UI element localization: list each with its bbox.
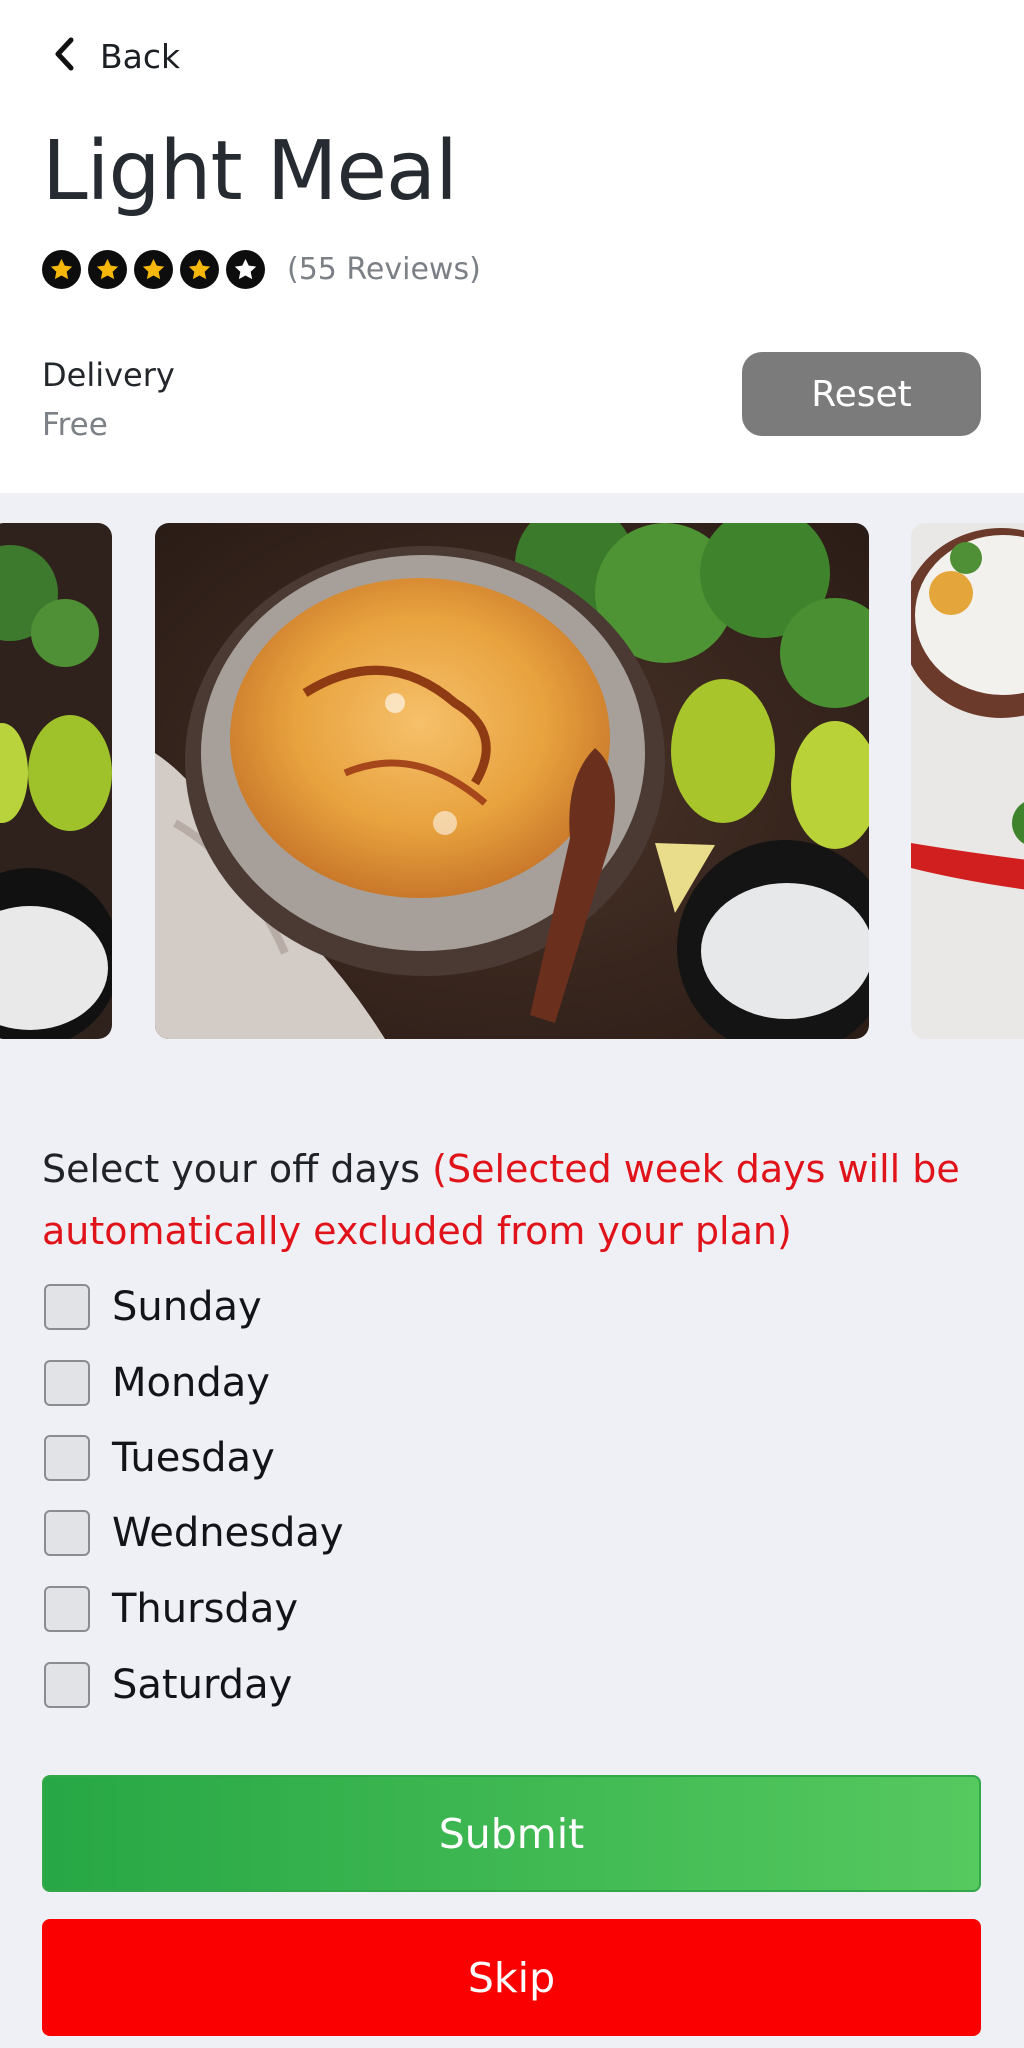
chevron-left-icon: [50, 36, 78, 76]
star-icon: [180, 249, 219, 289]
page-title: Light Meal: [42, 124, 458, 219]
carousel-slide-previous[interactable]: [0, 523, 112, 1039]
day-label: Saturday: [112, 1662, 293, 1708]
checkbox[interactable]: [44, 1662, 90, 1708]
checkbox[interactable]: [44, 1284, 90, 1330]
carousel-slide-next[interactable]: [911, 523, 1024, 1039]
star-icon: [42, 249, 81, 289]
back-label: Back: [100, 36, 181, 76]
day-option-tuesday[interactable]: Tuesday: [44, 1433, 275, 1483]
day-option-wednesday[interactable]: Wednesday: [44, 1508, 344, 1558]
meal-detail-screen: Back Light Meal (55 Reviews) Delivery Fr…: [0, 0, 1024, 2048]
reviews-count: (55 Reviews): [287, 251, 481, 287]
star-icon: [134, 249, 173, 289]
star-icon: [88, 249, 127, 289]
rating-row: (55 Reviews): [42, 248, 481, 290]
day-option-sunday[interactable]: Sunday: [44, 1282, 262, 1332]
offdays-heading-text: Select your off days: [42, 1147, 421, 1191]
day-option-thursday[interactable]: Thursday: [44, 1584, 298, 1634]
image-carousel[interactable]: [0, 493, 1024, 1073]
day-label: Tuesday: [112, 1435, 275, 1481]
checkbox[interactable]: [44, 1360, 90, 1406]
day-label: Thursday: [112, 1586, 298, 1632]
reset-button[interactable]: Reset: [742, 352, 981, 436]
skip-button[interactable]: Skip: [42, 1919, 981, 2036]
day-label: Monday: [112, 1360, 270, 1406]
delivery-label: Delivery: [42, 356, 175, 394]
header-section: Back Light Meal (55 Reviews) Delivery Fr…: [0, 0, 1024, 493]
day-label: Wednesday: [112, 1510, 344, 1556]
day-option-monday[interactable]: Monday: [44, 1358, 270, 1408]
delivery-value: Free: [42, 407, 108, 443]
checkbox[interactable]: [44, 1586, 90, 1632]
offdays-heading: Select your off days (Selected week days…: [42, 1138, 992, 1262]
back-button[interactable]: Back: [50, 34, 180, 78]
star-rating: [42, 249, 265, 289]
carousel-slide-biryani[interactable]: [155, 523, 869, 1039]
checkbox[interactable]: [44, 1510, 90, 1556]
star-empty-icon: [226, 249, 265, 289]
day-option-saturday[interactable]: Saturday: [44, 1660, 292, 1710]
day-label: Sunday: [112, 1284, 262, 1330]
checkbox[interactable]: [44, 1435, 90, 1481]
submit-button[interactable]: Submit: [42, 1775, 981, 1892]
